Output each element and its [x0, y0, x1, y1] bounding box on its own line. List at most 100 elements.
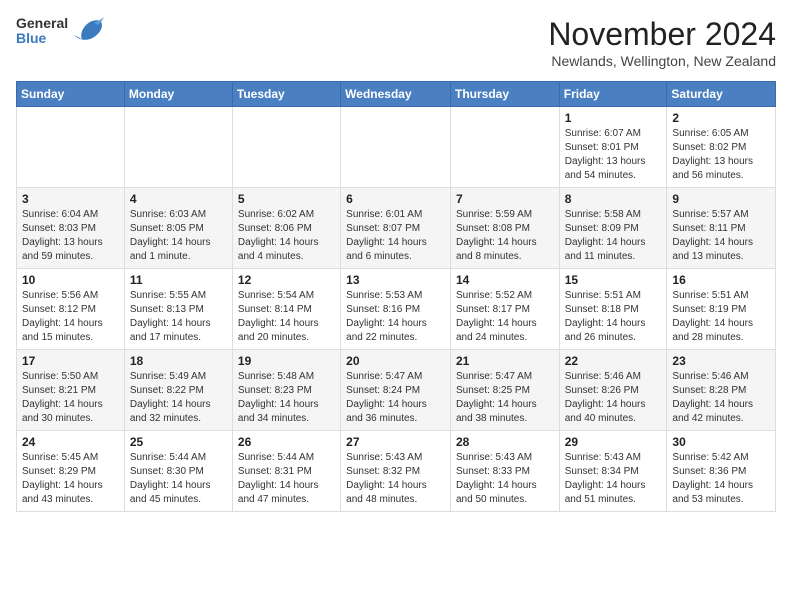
calendar-table: SundayMondayTuesdayWednesdayThursdayFrid… [16, 81, 776, 512]
day-info: Sunrise: 6:03 AM Sunset: 8:05 PM Dayligh… [130, 208, 227, 264]
day-info: Sunrise: 5:56 AM Sunset: 8:12 PM Dayligh… [22, 289, 119, 345]
day-info: Sunrise: 5:45 AM Sunset: 8:29 PM Dayligh… [22, 451, 119, 507]
calendar-cell: 10 Sunrise: 5:56 AM Sunset: 8:12 PM Dayli… [17, 269, 125, 350]
day-number: 10 [22, 273, 119, 287]
day-info: Sunrise: 6:01 AM Sunset: 8:07 PM Dayligh… [346, 208, 445, 264]
calendar-cell: 8 Sunrise: 5:58 AM Sunset: 8:09 PM Daylig… [559, 188, 667, 269]
calendar-cell: 21 Sunrise: 5:47 AM Sunset: 8:25 PM Dayli… [450, 350, 559, 431]
day-number: 15 [565, 273, 662, 287]
day-info: Sunrise: 5:44 AM Sunset: 8:30 PM Dayligh… [130, 451, 227, 507]
day-number: 12 [238, 273, 335, 287]
day-number: 6 [346, 192, 445, 206]
day-number: 16 [672, 273, 770, 287]
calendar-cell: 30Sunrise: 5:42 AM Sunset: 8:36 PM Dayli… [667, 431, 776, 512]
day-number: 27 [346, 435, 445, 449]
calendar-week-row: 17 Sunrise: 5:50 AM Sunset: 8:21 PM Dayli… [17, 350, 776, 431]
calendar-cell: 19Sunrise: 5:48 AM Sunset: 8:23 PM Dayli… [232, 350, 340, 431]
location: Newlands, Wellington, New Zealand [548, 53, 776, 69]
calendar-cell: 14 Sunrise: 5:52 AM Sunset: 8:17 PM Dayli… [450, 269, 559, 350]
calendar-cell: 13 Sunrise: 5:53 AM Sunset: 8:16 PM Dayli… [341, 269, 451, 350]
day-info: Sunrise: 5:58 AM Sunset: 8:09 PM Dayligh… [565, 208, 662, 264]
day-info: Sunrise: 5:54 AM Sunset: 8:14 PM Dayligh… [238, 289, 335, 345]
day-info: Sunrise: 5:42 AM Sunset: 8:36 PM Dayligh… [672, 451, 770, 507]
calendar-cell [17, 107, 125, 188]
calendar-cell: 11 Sunrise: 5:55 AM Sunset: 8:13 PM Dayli… [124, 269, 232, 350]
calendar-week-row: 10 Sunrise: 5:56 AM Sunset: 8:12 PM Dayli… [17, 269, 776, 350]
day-info: Sunrise: 5:52 AM Sunset: 8:17 PM Dayligh… [456, 289, 554, 345]
day-info: Sunrise: 5:49 AM Sunset: 8:22 PM Dayligh… [130, 370, 227, 426]
calendar-header-saturday: Saturday [667, 82, 776, 107]
day-info: Sunrise: 5:57 AM Sunset: 8:11 PM Dayligh… [672, 208, 770, 264]
calendar-cell: 3 Sunrise: 6:04 AM Sunset: 8:03 PM Daylig… [17, 188, 125, 269]
day-number: 20 [346, 354, 445, 368]
calendar-cell [124, 107, 232, 188]
day-info: Sunrise: 5:43 AM Sunset: 8:33 PM Dayligh… [456, 451, 554, 507]
day-info: Sunrise: 5:46 AM Sunset: 8:28 PM Dayligh… [672, 370, 770, 426]
day-number: 14 [456, 273, 554, 287]
logo-text: General Blue [16, 16, 68, 47]
day-number: 3 [22, 192, 119, 206]
calendar-header-sunday: Sunday [17, 82, 125, 107]
day-number: 17 [22, 354, 119, 368]
day-number: 8 [565, 192, 662, 206]
day-info: Sunrise: 5:43 AM Sunset: 8:34 PM Dayligh… [565, 451, 662, 507]
day-number: 4 [130, 192, 227, 206]
calendar-cell: 27 Sunrise: 5:43 AM Sunset: 8:32 PM Dayli… [341, 431, 451, 512]
calendar-week-row: 3 Sunrise: 6:04 AM Sunset: 8:03 PM Daylig… [17, 188, 776, 269]
calendar-header-wednesday: Wednesday [341, 82, 451, 107]
day-info: Sunrise: 5:44 AM Sunset: 8:31 PM Dayligh… [238, 451, 335, 507]
calendar-cell: 18Sunrise: 5:49 AM Sunset: 8:22 PM Dayli… [124, 350, 232, 431]
logo-general: General [16, 16, 68, 31]
day-info: Sunrise: 5:55 AM Sunset: 8:13 PM Dayligh… [130, 289, 227, 345]
day-number: 21 [456, 354, 554, 368]
page-header: General Blue November 2024 Newlands, Wel… [16, 16, 776, 69]
day-number: 23 [672, 354, 770, 368]
day-info: Sunrise: 5:43 AM Sunset: 8:32 PM Dayligh… [346, 451, 445, 507]
day-info: Sunrise: 5:51 AM Sunset: 8:18 PM Dayligh… [565, 289, 662, 345]
day-info: Sunrise: 5:59 AM Sunset: 8:08 PM Dayligh… [456, 208, 554, 264]
calendar-cell: 7 Sunrise: 5:59 AM Sunset: 8:08 PM Daylig… [450, 188, 559, 269]
title-block: November 2024 Newlands, Wellington, New … [548, 16, 776, 69]
calendar-week-row: 1Sunrise: 6:07 AM Sunset: 8:01 PM Daylig… [17, 107, 776, 188]
day-number: 13 [346, 273, 445, 287]
logo-blue: Blue [16, 31, 68, 46]
calendar-cell: 12 Sunrise: 5:54 AM Sunset: 8:14 PM Dayli… [232, 269, 340, 350]
day-info: Sunrise: 5:47 AM Sunset: 8:25 PM Dayligh… [456, 370, 554, 426]
calendar-cell [341, 107, 451, 188]
day-number: 28 [456, 435, 554, 449]
calendar-cell: 26Sunrise: 5:44 AM Sunset: 8:31 PM Dayli… [232, 431, 340, 512]
calendar-cell: 20 Sunrise: 5:47 AM Sunset: 8:24 PM Dayli… [341, 350, 451, 431]
day-info: Sunrise: 6:04 AM Sunset: 8:03 PM Dayligh… [22, 208, 119, 264]
calendar-cell [450, 107, 559, 188]
calendar-cell: 9Sunrise: 5:57 AM Sunset: 8:11 PM Daylig… [667, 188, 776, 269]
calendar-cell: 29Sunrise: 5:43 AM Sunset: 8:34 PM Dayli… [559, 431, 667, 512]
calendar-header-tuesday: Tuesday [232, 82, 340, 107]
calendar-header-row: SundayMondayTuesdayWednesdayThursdayFrid… [17, 82, 776, 107]
calendar-cell: 1Sunrise: 6:07 AM Sunset: 8:01 PM Daylig… [559, 107, 667, 188]
calendar-header-thursday: Thursday [450, 82, 559, 107]
calendar-cell [232, 107, 340, 188]
day-info: Sunrise: 6:02 AM Sunset: 8:06 PM Dayligh… [238, 208, 335, 264]
day-number: 2 [672, 111, 770, 125]
calendar-cell: 23 Sunrise: 5:46 AM Sunset: 8:28 PM Dayli… [667, 350, 776, 431]
day-number: 7 [456, 192, 554, 206]
day-info: Sunrise: 5:46 AM Sunset: 8:26 PM Dayligh… [565, 370, 662, 426]
calendar-header-friday: Friday [559, 82, 667, 107]
day-number: 1 [565, 111, 662, 125]
day-number: 11 [130, 273, 227, 287]
month-title: November 2024 [548, 16, 776, 53]
calendar-cell: 22 Sunrise: 5:46 AM Sunset: 8:26 PM Dayli… [559, 350, 667, 431]
calendar-cell: 16 Sunrise: 5:51 AM Sunset: 8:19 PM Dayli… [667, 269, 776, 350]
day-info: Sunrise: 5:53 AM Sunset: 8:16 PM Dayligh… [346, 289, 445, 345]
day-info: Sunrise: 5:48 AM Sunset: 8:23 PM Dayligh… [238, 370, 335, 426]
calendar-cell: 17 Sunrise: 5:50 AM Sunset: 8:21 PM Dayli… [17, 350, 125, 431]
calendar-week-row: 24Sunrise: 5:45 AM Sunset: 8:29 PM Dayli… [17, 431, 776, 512]
logo: General Blue [16, 16, 104, 47]
day-info: Sunrise: 5:50 AM Sunset: 8:21 PM Dayligh… [22, 370, 119, 426]
day-info: Sunrise: 5:51 AM Sunset: 8:19 PM Dayligh… [672, 289, 770, 345]
day-number: 22 [565, 354, 662, 368]
day-info: Sunrise: 5:47 AM Sunset: 8:24 PM Dayligh… [346, 370, 445, 426]
calendar-header-monday: Monday [124, 82, 232, 107]
calendar-cell: 28 Sunrise: 5:43 AM Sunset: 8:33 PM Dayli… [450, 431, 559, 512]
calendar-cell: 4 Sunrise: 6:03 AM Sunset: 8:05 PM Daylig… [124, 188, 232, 269]
